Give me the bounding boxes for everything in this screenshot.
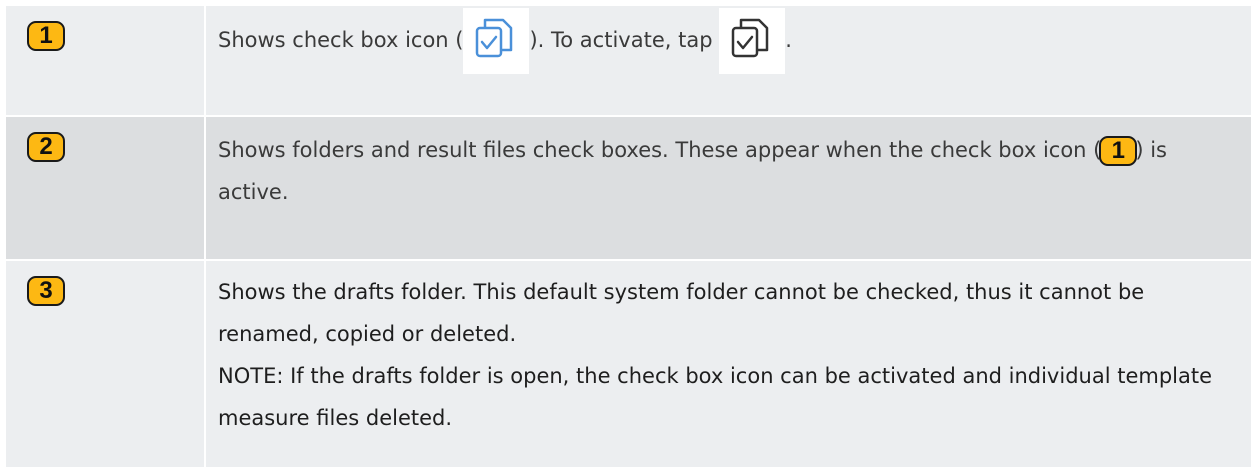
row-3-description: Shows the drafts folder. This default sy… bbox=[218, 271, 1233, 439]
callout-badge-1: 1 bbox=[27, 21, 65, 51]
callout-badge-2: 2 bbox=[27, 132, 65, 162]
column-divider bbox=[204, 6, 206, 115]
row-1-text-b: ). To activate, tap bbox=[529, 28, 713, 52]
row-2-description: Shows folders and result files check box… bbox=[218, 129, 1233, 213]
copy-check-icon bbox=[463, 8, 530, 74]
row-3-note: NOTE: If the drafts folder is open, the … bbox=[218, 364, 1213, 430]
legend-row-3: 3 Shows the drafts folder. This default … bbox=[6, 261, 1251, 467]
callout-badge-3: 3 bbox=[27, 276, 65, 306]
column-divider bbox=[204, 261, 206, 467]
row-2-text-a: Shows folders and result files check box… bbox=[218, 138, 1102, 162]
row-1-description: Shows check box icon ( ). To activate, t… bbox=[218, 8, 1233, 74]
copy-check-active-icon bbox=[719, 8, 786, 74]
row-1-text-c: . bbox=[785, 28, 792, 52]
legend-table: 1 Shows check box icon ( ). To activate,… bbox=[6, 6, 1251, 467]
row-3-line-1: Shows the drafts folder. This default sy… bbox=[218, 280, 1145, 346]
legend-row-1: 1 Shows check box icon ( ). To activate,… bbox=[6, 6, 1251, 117]
inline-callout-badge-1: 1 bbox=[1099, 136, 1138, 166]
row-1-text-a: Shows check box icon ( bbox=[218, 28, 464, 52]
legend-row-2: 2 Shows folders and result files check b… bbox=[6, 117, 1251, 261]
column-divider bbox=[204, 117, 206, 259]
